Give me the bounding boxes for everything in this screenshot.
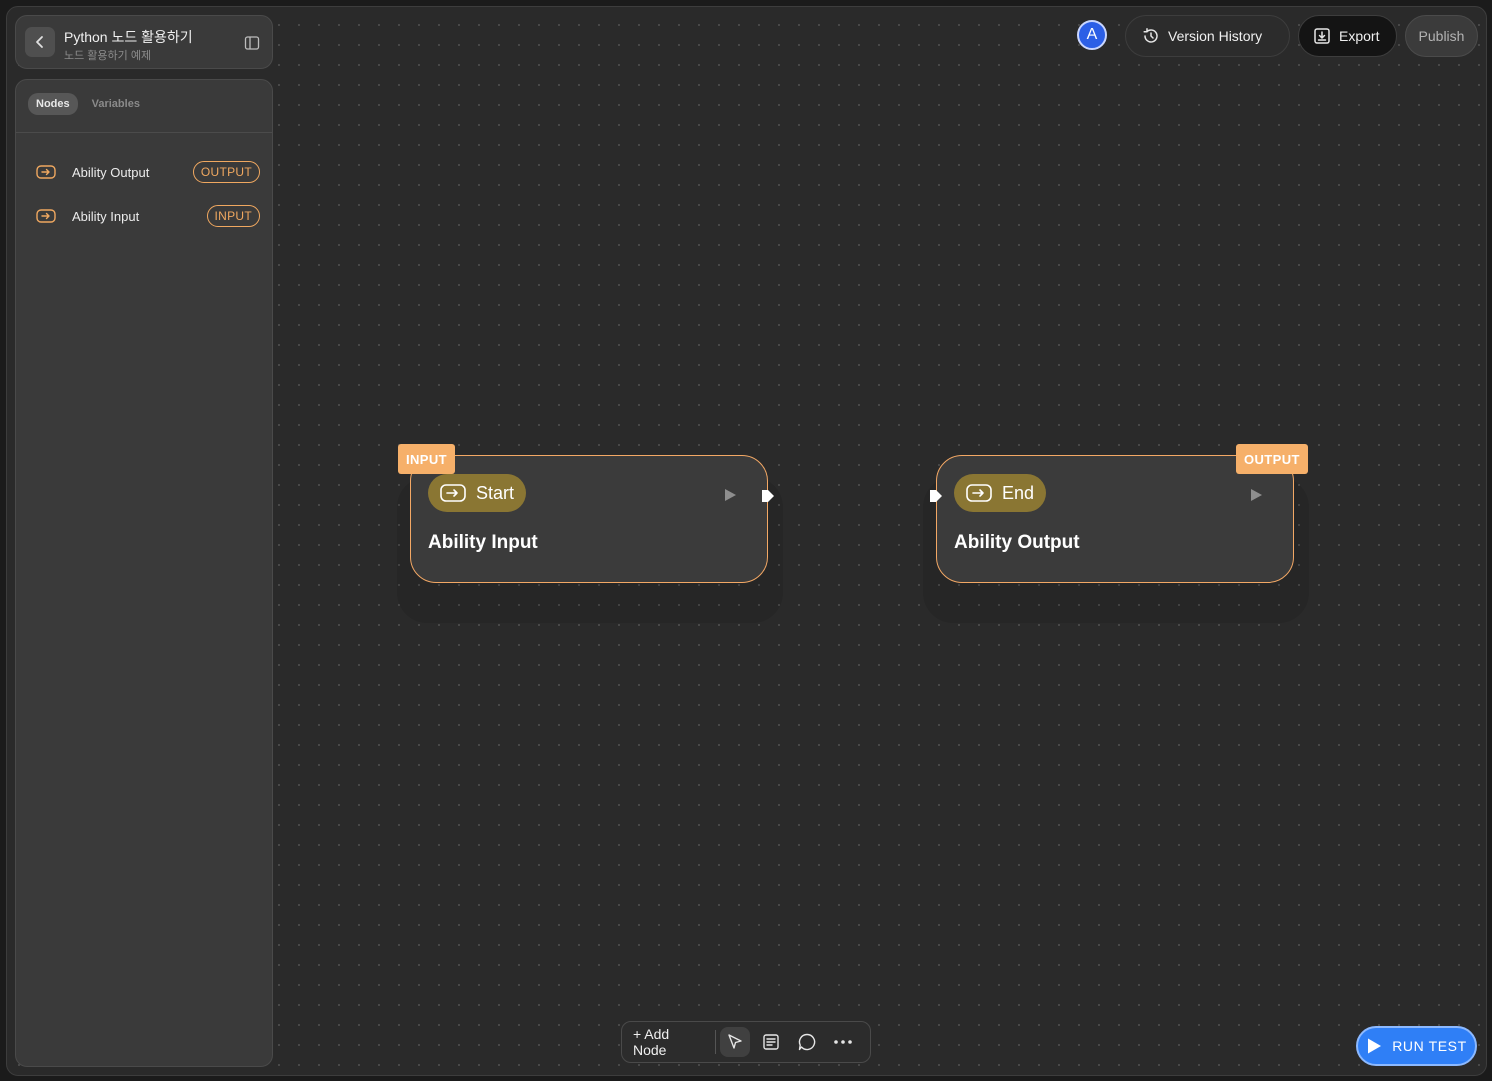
version-history-button[interactable]: Version History: [1125, 15, 1290, 57]
output-badge: OUTPUT: [192, 161, 260, 183]
more-icon: [834, 1040, 852, 1044]
sidebar-divider: [16, 132, 272, 133]
play-icon[interactable]: [1249, 488, 1263, 502]
node-type-pill: Start: [428, 474, 527, 512]
workflow-editor: Python 노드 활용하기 노드 활용하기 예제 Nodes Variable…: [6, 6, 1487, 1076]
project-subtitle: 노드 활용하기 예제: [64, 50, 152, 62]
sidebar-item-ability-input[interactable]: Ability Input INPUT: [36, 204, 260, 228]
input-badge: INPUT: [206, 205, 260, 227]
arrow-box-icon: [36, 165, 56, 179]
toolbar-divider: [715, 1030, 717, 1054]
tab-nodes[interactable]: Nodes: [28, 93, 78, 115]
play-icon[interactable]: [723, 488, 737, 502]
history-icon: [1143, 28, 1158, 43]
back-button[interactable]: [25, 27, 55, 57]
comment-tool-button[interactable]: [792, 1027, 822, 1057]
input-handle[interactable]: [929, 488, 943, 504]
pointer-tool-button[interactable]: [720, 1027, 751, 1057]
arrow-box-icon: [36, 209, 56, 223]
arrow-box-icon: [440, 484, 466, 502]
tab-variables[interactable]: Variables: [84, 93, 148, 115]
publish-button[interactable]: Publish: [1405, 15, 1478, 57]
node-sidebar: Nodes Variables Ability Output OUTPUT Ab…: [15, 79, 273, 1067]
note-tool-button[interactable]: [756, 1027, 786, 1057]
project-title: Python 노드 활용하기: [64, 29, 193, 45]
run-test-button[interactable]: RUN TEST: [1356, 1026, 1477, 1066]
sidebar-item-ability-output[interactable]: Ability Output OUTPUT: [36, 160, 260, 184]
comment-icon: [798, 1033, 816, 1051]
canvas-toolbar: + Add Node: [621, 1021, 871, 1063]
version-history-label: Version History: [1168, 28, 1263, 44]
node-ability-output[interactable]: End Ability Output: [930, 455, 1294, 583]
pointer-icon: [728, 1034, 742, 1049]
sidebar-item-label: Ability Input: [72, 208, 140, 224]
export-label: Export: [1339, 28, 1380, 44]
output-handle[interactable]: [761, 488, 775, 504]
node-pill-label: Start: [476, 482, 515, 503]
add-node-button[interactable]: + Add Node: [628, 1026, 711, 1058]
node-title: Ability Output: [954, 532, 1080, 553]
arrow-box-icon: [966, 484, 992, 502]
sidebar-tabs: Nodes Variables: [28, 93, 148, 115]
project-header: Python 노드 활용하기 노드 활용하기 예제: [15, 15, 273, 69]
node-pill-label: End: [1002, 482, 1035, 503]
note-icon: [763, 1034, 779, 1050]
export-button[interactable]: Export: [1298, 15, 1397, 57]
node-ability-input[interactable]: Start Ability Input: [410, 455, 774, 583]
chevron-left-icon: [36, 36, 43, 48]
node-title: Ability Input: [428, 532, 538, 553]
input-tag: INPUT: [398, 444, 455, 474]
sidebar-item-label: Ability Output: [72, 164, 150, 180]
node-type-pill: End: [954, 474, 1047, 512]
more-button[interactable]: [828, 1027, 858, 1057]
run-test-label: RUN TEST: [1392, 1038, 1467, 1054]
output-tag: OUTPUT: [1236, 444, 1308, 474]
play-icon: [1368, 1038, 1382, 1054]
sidebar-toggle-icon[interactable]: [244, 35, 260, 51]
download-icon: [1314, 28, 1330, 44]
user-avatar[interactable]: A: [1077, 20, 1107, 50]
